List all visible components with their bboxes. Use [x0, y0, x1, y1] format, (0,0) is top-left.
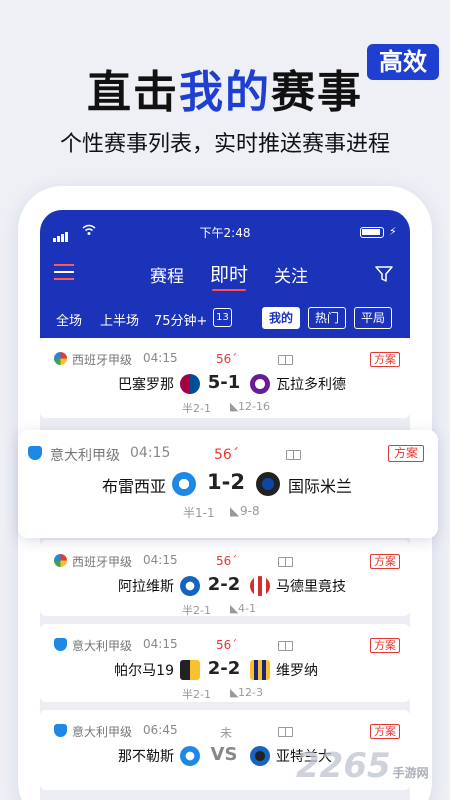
league-name: 意大利甲级: [50, 448, 120, 464]
match-card[interactable]: 西班牙甲级 04:15 56´ 方案 巴塞罗那 5-1 瓦拉多利德 半2-1 ◣…: [40, 338, 410, 418]
home-crest-icon: [180, 374, 200, 394]
away-team: 维罗纳: [276, 663, 318, 679]
headline-pre: 直击: [87, 67, 179, 118]
menu-icon[interactable]: [54, 264, 74, 282]
pitch-icon[interactable]: [286, 450, 301, 460]
away-team: 马德里竟技: [276, 579, 346, 595]
nav-bar: 赛程 即时 关注: [40, 254, 410, 294]
corner-icon: ◣: [230, 504, 240, 518]
halftime-score: 半1-1: [183, 506, 215, 520]
kickoff-time: 04:15: [143, 553, 178, 567]
pitch-icon[interactable]: [278, 355, 293, 365]
phase-firsthalf[interactable]: 上半场: [100, 310, 139, 329]
league-name: 西班牙甲级: [72, 353, 133, 367]
seriea-icon: [54, 724, 67, 737]
away-crest-icon: [250, 746, 270, 766]
score: 1-2: [207, 470, 245, 494]
promo-subtitle: 个性赛事列表，实时推送赛事进程: [59, 132, 390, 157]
plan-badge[interactable]: 方案: [370, 724, 400, 739]
away-crest-icon: [250, 374, 270, 394]
home-team: 布雷西亚: [101, 477, 166, 496]
headline-post: 赛事: [271, 67, 363, 118]
calendar-icon[interactable]: 13: [213, 308, 232, 327]
corners: 4-1: [238, 602, 256, 615]
match-minute: 56´: [216, 638, 238, 652]
score: 2-2: [207, 574, 241, 595]
pitch-icon[interactable]: [278, 641, 293, 651]
home-team: 阿拉维斯: [118, 579, 174, 595]
pitch-icon[interactable]: [278, 727, 293, 737]
seriea-icon: [28, 446, 42, 460]
league-name: 意大利甲级: [72, 725, 133, 739]
away-crest-icon: [250, 660, 270, 680]
app-header: 下午2:48 ⚡ 赛程 即时 关注 全场 上半场 75分钟+ 13 我的 热门 …: [40, 210, 410, 338]
corners: 12-3: [238, 686, 263, 699]
kickoff-time: 04:15: [143, 637, 178, 651]
tab-schedule[interactable]: 赛程: [150, 262, 184, 287]
home-crest-icon: [180, 576, 200, 596]
league-name: 意大利甲级: [72, 639, 133, 653]
away-team: 国际米兰: [288, 477, 353, 496]
plan-badge[interactable]: 方案: [370, 638, 400, 653]
match-minute: 56´: [214, 447, 239, 463]
pill-mine[interactable]: 我的: [262, 307, 301, 329]
match-card[interactable]: 意大利甲级 04:15 56´ 方案 帕尔马19 2-2 维罗纳 半2-1 ◣ …: [40, 624, 410, 702]
away-team: 瓦拉多利德: [276, 377, 346, 393]
efficiency-badge: 高效: [367, 44, 439, 80]
watermark-suffix: 手游网: [392, 766, 429, 780]
pill-hot[interactable]: 热门: [308, 307, 347, 329]
match-card-featured[interactable]: 意大利甲级 04:15 56´ 方案 布雷西亚 1-2 国际米兰 半1-1 ◣ …: [18, 430, 438, 538]
phase-fulltime[interactable]: 全场: [56, 310, 82, 329]
league-name: 西班牙甲级: [72, 555, 133, 569]
home-team: 帕尔马19: [114, 663, 174, 679]
status-time: 下午2:48: [199, 226, 251, 240]
match-card[interactable]: 西班牙甲级 04:15 56´ 方案 阿拉维斯 2-2 马德里竟技 半2-1 ◣…: [40, 540, 410, 617]
away-crest-icon: [256, 472, 280, 496]
pill-draw[interactable]: 平局: [354, 307, 393, 329]
match-minute: 56´: [216, 352, 238, 366]
home-crest-icon: [180, 746, 200, 766]
plan-badge[interactable]: 方案: [388, 445, 425, 462]
pitch-icon[interactable]: [278, 557, 293, 567]
status-bar: 下午2:48 ⚡: [40, 224, 410, 242]
home-crest-icon: [172, 472, 196, 496]
halftime-score: 半2-1: [182, 688, 211, 701]
corners: 12-16: [238, 400, 270, 413]
battery-icon: [360, 227, 384, 238]
halftime-score: 半2-1: [182, 402, 211, 415]
filter-icon[interactable]: [374, 264, 394, 284]
phase-75min[interactable]: 75分钟+: [154, 310, 207, 329]
score: 2-2: [207, 658, 241, 679]
plan-badge[interactable]: 方案: [370, 352, 400, 367]
tab-following[interactable]: 关注: [274, 262, 308, 287]
laliga-icon: [54, 554, 67, 567]
score: 5-1: [207, 372, 241, 393]
home-team: 那不勒斯: [118, 749, 174, 765]
plan-badge[interactable]: 方案: [370, 554, 400, 569]
score: VS: [210, 744, 238, 765]
kickoff-time: 04:15: [143, 351, 178, 365]
match-minute: 56´: [216, 554, 238, 568]
site-watermark: 2265 手游网: [296, 746, 429, 786]
home-team: 巴塞罗那: [118, 377, 174, 393]
kickoff-time: 04:15: [130, 445, 171, 461]
headline-highlight: 我的: [179, 67, 271, 118]
charging-icon: ⚡: [389, 225, 397, 238]
laliga-icon: [54, 352, 67, 365]
tab-live[interactable]: 即时: [210, 260, 248, 291]
home-crest-icon: [180, 660, 200, 680]
phase-filter-row: 全场 上半场 75分钟+ 13 我的 热门 平局: [40, 306, 410, 330]
corners: 9-8: [240, 504, 260, 518]
seriea-icon: [54, 638, 67, 651]
watermark-brand: 2265: [296, 746, 391, 786]
kickoff-time: 06:45: [143, 723, 178, 737]
halftime-score: 半2-1: [182, 604, 211, 617]
away-crest-icon: [250, 576, 270, 596]
match-status: 未: [220, 726, 233, 740]
